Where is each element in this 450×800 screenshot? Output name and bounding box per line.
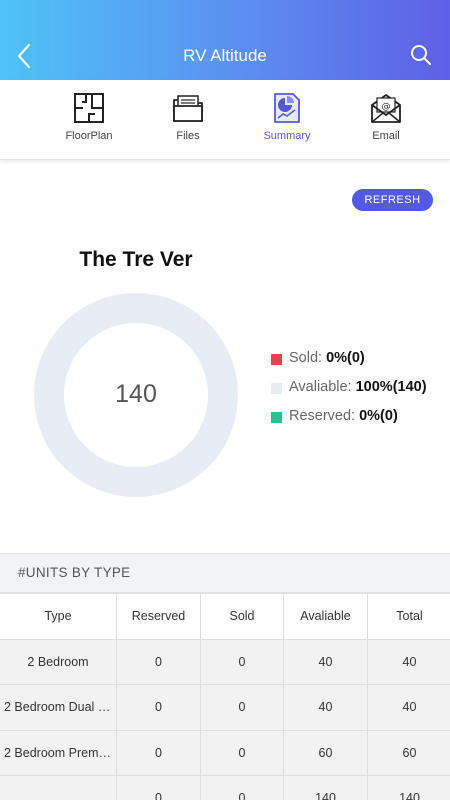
cell-sold: 0 bbox=[200, 638, 284, 685]
legend-reserved-label: Reserved: bbox=[289, 408, 356, 424]
cell-total: 140 bbox=[367, 775, 450, 800]
table-row[interactable]: 2 Bedroom 0 0 40 40 bbox=[0, 638, 450, 685]
table-row[interactable]: 2 Bedroom Premium 0 0 60 60 bbox=[0, 729, 450, 776]
project-name: The Tre Ver bbox=[79, 248, 193, 271]
table-header-row: Type Reserved Sold Avaliable Total bbox=[0, 593, 450, 640]
available-swatch bbox=[271, 383, 282, 394]
cell-total: 40 bbox=[367, 684, 450, 731]
legend-reserved-value: 0%(0) bbox=[359, 408, 398, 424]
cell-sold: 0 bbox=[200, 775, 284, 800]
cell-reserved: 0 bbox=[116, 775, 201, 800]
table-row[interactable]: 2 Bedroom Dual Key 0 0 40 40 bbox=[0, 684, 450, 731]
reserved-swatch bbox=[271, 412, 282, 423]
cell-type: 2 Bedroom Premium bbox=[0, 729, 117, 776]
col-header-type: Type bbox=[0, 593, 117, 640]
tab-floorplan[interactable]: FloorPlan bbox=[44, 80, 134, 159]
cell-type: 2 Bedroom bbox=[0, 638, 117, 685]
col-header-sold: Sold bbox=[200, 593, 284, 640]
refresh-button[interactable]: REFRESH bbox=[352, 189, 433, 211]
cell-available: 60 bbox=[283, 729, 368, 776]
page-title: RV Altitude bbox=[183, 46, 267, 65]
cell-total: 40 bbox=[367, 638, 450, 685]
tab-summary[interactable]: Summary bbox=[242, 80, 332, 159]
cell-type bbox=[0, 775, 117, 800]
units-by-type-header: #UNITS BY TYPE bbox=[0, 553, 450, 593]
cell-reserved: 0 bbox=[116, 638, 201, 685]
donut-total: 140 bbox=[115, 380, 157, 408]
cell-type: 2 Bedroom Dual Key bbox=[0, 684, 117, 731]
floorplan-icon bbox=[74, 93, 104, 123]
cell-sold: 0 bbox=[200, 729, 284, 776]
cell-reserved: 0 bbox=[116, 684, 201, 731]
email-icon: @ bbox=[371, 94, 401, 123]
cell-sold: 0 bbox=[200, 684, 284, 731]
tab-bar: s FloorPlan Files Summary bbox=[0, 80, 450, 160]
legend-sold-value: 0%(0) bbox=[326, 350, 365, 366]
cell-available: 40 bbox=[283, 684, 368, 731]
legend-sold-label: Sold: bbox=[289, 350, 323, 366]
tab-files-label: Files bbox=[176, 130, 200, 142]
cell-reserved: 0 bbox=[116, 729, 201, 776]
tab-email[interactable]: @ Email bbox=[341, 80, 431, 159]
report-icon bbox=[274, 93, 300, 123]
app-header: RV Altitude bbox=[0, 0, 450, 80]
folder-icon bbox=[173, 95, 203, 122]
section-title: #UNITS BY TYPE bbox=[18, 565, 131, 580]
col-header-total: Total bbox=[367, 593, 450, 640]
legend-available-label: Avaliable: bbox=[289, 379, 352, 395]
cell-available: 140 bbox=[283, 775, 368, 800]
svg-text:@: @ bbox=[382, 102, 391, 112]
cell-total: 60 bbox=[367, 729, 450, 776]
sold-swatch bbox=[271, 354, 282, 365]
table-row[interactable]: 0 0 140 140 bbox=[0, 775, 450, 800]
legend-available-value: 100%(140) bbox=[355, 379, 427, 395]
tab-floorplan-label: FloorPlan bbox=[65, 130, 113, 142]
tab-email-label: Email bbox=[372, 130, 400, 142]
search-icon[interactable] bbox=[410, 44, 432, 66]
tab-summary-label: Summary bbox=[263, 130, 311, 142]
tab-files[interactable]: Files bbox=[143, 80, 233, 159]
col-header-available: Avaliable bbox=[283, 593, 368, 640]
col-header-reserved: Reserved bbox=[116, 593, 201, 640]
cell-available: 40 bbox=[283, 638, 368, 685]
units-table: Type Reserved Sold Avaliable Total 2 Bed… bbox=[0, 593, 450, 800]
